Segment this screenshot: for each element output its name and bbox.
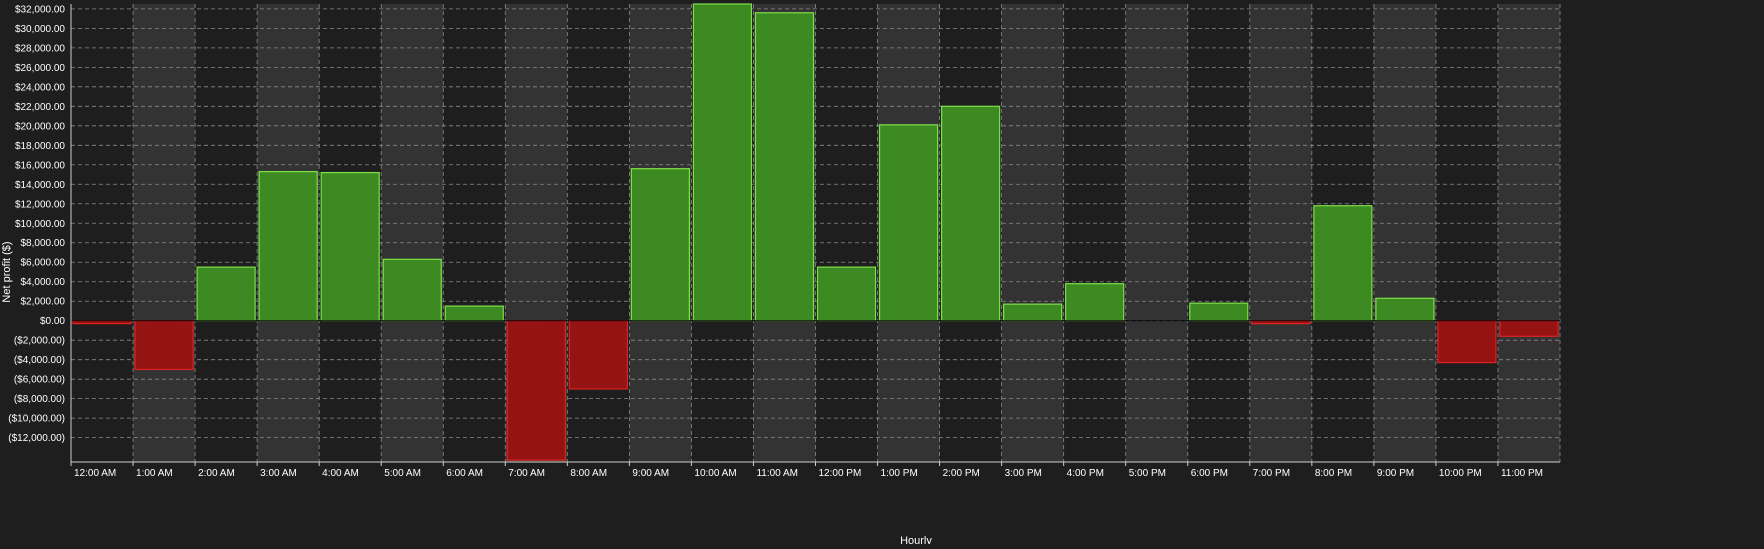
x-tick-label: 11:00 AM (756, 468, 798, 479)
bar-13 (878, 124, 939, 322)
y-tick-label: ($12,000.00) (8, 433, 65, 444)
y-tick-label: ($6,000.00) (14, 375, 65, 386)
x-tick-label: 9:00 PM (1377, 468, 1414, 479)
y-tick-label: $18,000.00 (15, 141, 65, 152)
y-tick-labels: $32,000.00 $30,000.00 $28,000.00 $26,000.00… (8, 4, 65, 444)
y-tick-label: $30,000.00 (15, 24, 65, 35)
bar-3 (258, 171, 318, 322)
y-tick-label: $12,000.00 (15, 199, 65, 210)
y-tick-label: $2,000.00 (21, 297, 66, 308)
y-tick-label: $8,000.00 (21, 238, 66, 249)
x-tick-label: 8:00 PM (1315, 468, 1352, 479)
y-tick-label: $14,000.00 (15, 180, 65, 191)
x-tick-label: 10:00 AM (694, 468, 736, 479)
bar-10 (692, 3, 753, 322)
band-6 (443, 4, 506, 462)
y-tick-label: $24,000.00 (15, 82, 65, 93)
bar-6 (444, 305, 504, 322)
y-tick-label: $10,000.00 (15, 219, 65, 230)
bar-18 (1189, 302, 1249, 322)
band-16 (1063, 4, 1126, 462)
bar-21 (1375, 297, 1435, 322)
band-2 (195, 4, 258, 462)
bar-2 (196, 266, 256, 322)
y-tick-label: $16,000.00 (15, 160, 65, 171)
band-19 (1249, 4, 1312, 462)
band-12 (815, 4, 878, 462)
x-tick-label: 3:00 AM (260, 468, 297, 479)
x-tick-label: 6:00 PM (1191, 468, 1228, 479)
y-tick-label: $22,000.00 (15, 102, 65, 113)
y-tick-label: ($10,000.00) (8, 414, 65, 425)
band-22 (1435, 4, 1498, 462)
y-tick-label: ($2,000.00) (14, 336, 65, 347)
bar-12 (816, 266, 877, 322)
x-tick-label: 7:00 PM (1253, 468, 1290, 479)
x-tick-label: 4:00 PM (1067, 468, 1104, 479)
bar-23 (1499, 320, 1559, 337)
bar-5 (382, 258, 442, 322)
bar-8 (568, 320, 628, 390)
bar-9 (630, 168, 691, 322)
bar-14 (940, 105, 1001, 322)
bar-11 (754, 12, 815, 322)
x-tick-label: 12:00 AM (74, 468, 116, 479)
band-1 (133, 4, 196, 462)
bar-4 (320, 171, 380, 322)
x-tick-label: 2:00 PM (943, 468, 980, 479)
band-0 (71, 4, 134, 462)
x-tick-label: 5:00 AM (384, 468, 421, 479)
net-profit-hourly-chart: $32,000.00 $30,000.00 $28,000.00 $26,000.00… (0, 0, 1764, 547)
x-tick-label: 10:00 PM (1439, 468, 1482, 479)
band-17 (1125, 4, 1188, 462)
x-tick-label: 7:00 AM (508, 468, 545, 479)
y-tick-label: $28,000.00 (15, 43, 65, 54)
band-15 (1001, 4, 1064, 462)
x-tick-label: 11:00 PM (1501, 468, 1543, 479)
x-tick-label: 3:00 PM (1005, 468, 1042, 479)
band-21 (1373, 4, 1436, 462)
band-18 (1187, 4, 1250, 462)
y-tick-label: $26,000.00 (15, 63, 65, 74)
x-tick-label: 4:00 AM (322, 468, 359, 479)
band-8 (567, 4, 630, 462)
y-tick-label: ($4,000.00) (14, 355, 65, 366)
y-tick-label: $4,000.00 (21, 277, 66, 288)
chart-svg: $32,000.00 $30,000.00 $28,000.00 $26,000.00… (1, 3, 1561, 547)
y-tick-label: $0.00 (40, 316, 65, 327)
x-tick-labels: 12:00 AM 1:00 AM 2:00 AM 3:00 AM 4:00 AM 5:00… (74, 468, 1543, 479)
x-tick-label: 5:00 PM (1129, 468, 1166, 479)
bar-22 (1437, 320, 1497, 364)
x-tick-label: 8:00 AM (570, 468, 607, 479)
x-tick-label: 1:00 PM (881, 468, 918, 479)
x-tick-label: 2:00 AM (198, 468, 235, 479)
x-tick-label: 9:00 AM (632, 468, 669, 479)
band-23 (1497, 4, 1560, 462)
x-tick-label: 12:00 PM (819, 468, 862, 479)
y-tick-label: ($8,000.00) (14, 394, 65, 405)
y-tick-label: $6,000.00 (21, 258, 66, 269)
bar-7 (506, 320, 566, 461)
y-tick-label: $20,000.00 (15, 121, 65, 132)
bar-16 (1065, 283, 1125, 322)
bar-20 (1313, 205, 1373, 322)
bar-15 (1003, 303, 1063, 322)
bar-1 (134, 320, 194, 371)
y-tick-label: $32,000.00 (15, 4, 65, 15)
x-axis-label: Hourly (900, 535, 932, 544)
y-axis-label: Net profit ($) (1, 241, 13, 302)
x-tick-label: 6:00 AM (446, 468, 483, 479)
band-5 (381, 4, 444, 462)
x-tick-label: 1:00 AM (136, 468, 173, 479)
